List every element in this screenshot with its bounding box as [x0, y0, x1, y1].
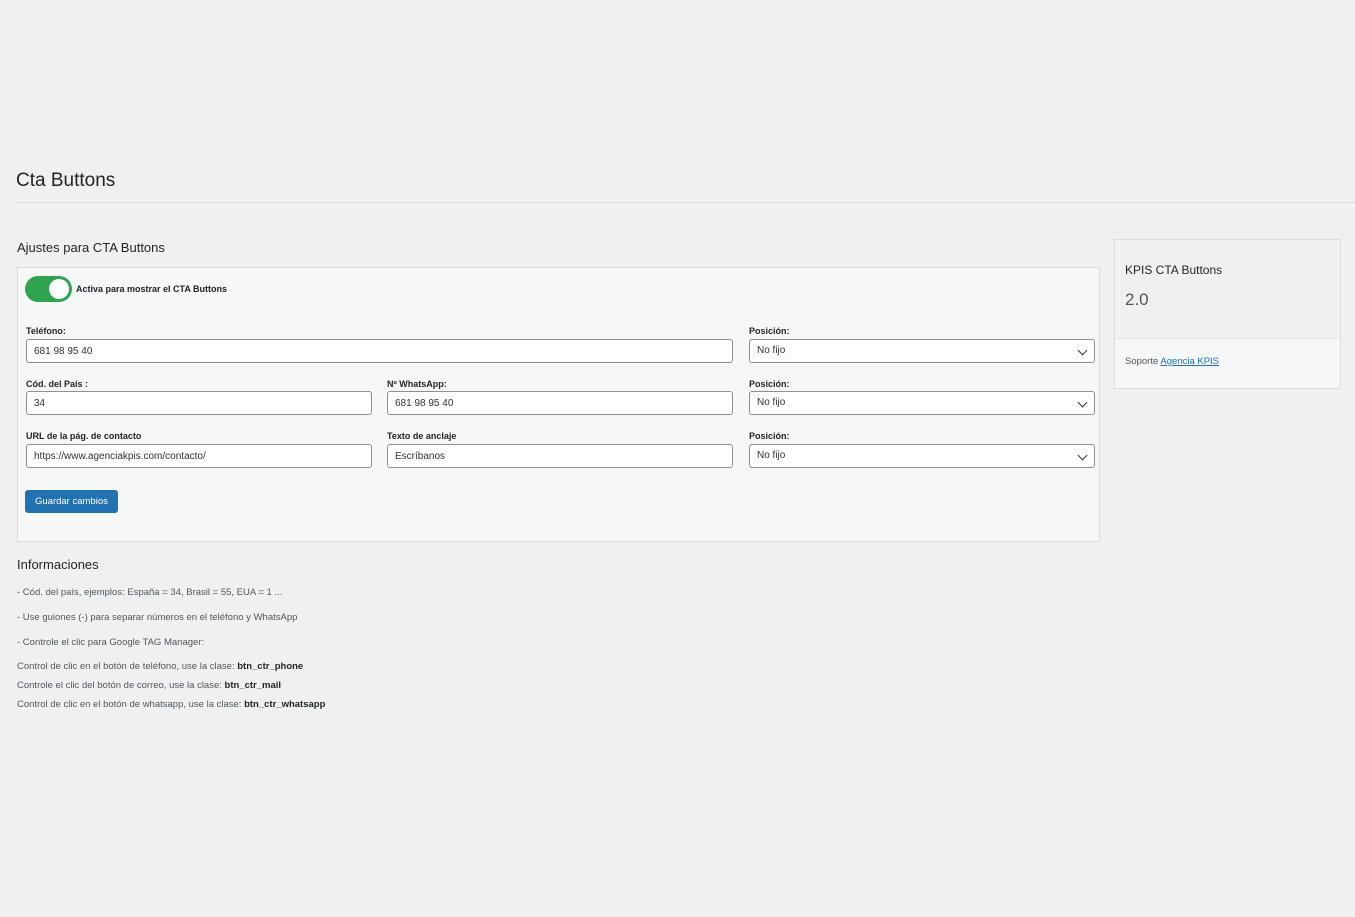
phone-label: Teléfono:	[26, 326, 66, 336]
support-text: Soporte	[1125, 356, 1161, 367]
info-line-phone-class: Control de clic en el botón de teléfono,…	[17, 661, 303, 672]
support-line: Soporte Agencia KPIS	[1125, 356, 1219, 367]
info-section-title: Informaciones	[17, 557, 99, 572]
chevron-down-icon	[1077, 345, 1088, 356]
phone-position-value: No fijo	[757, 345, 786, 356]
chevron-down-icon	[1077, 397, 1088, 408]
whatsapp-input[interactable]	[387, 391, 733, 415]
whatsapp-class-name: btn_ctr_whatsapp	[244, 699, 326, 710]
save-button[interactable]: Guardar cambios	[25, 490, 118, 513]
plugin-name: KPIS CTA Buttons	[1125, 263, 1223, 277]
info-line-gtm: - Controle el clic para Google TAG Manag…	[17, 637, 205, 648]
info-line-country-codes: - Cód. del país, ejemplos: España = 34, …	[17, 587, 283, 598]
contact-url-input[interactable]	[26, 444, 372, 468]
plugin-version: 2.0	[1125, 290, 1149, 309]
cta-toggle-label: Activa para mostrar el CTA Buttons	[76, 284, 228, 294]
info-line-whatsapp-class: Control de clic en el botón de whatsapp,…	[17, 699, 325, 710]
title-divider	[16, 202, 1355, 203]
info-text: Control de clic en el botón de teléfono,…	[17, 661, 238, 672]
contact-url-label: URL de la pág. de contacto	[26, 431, 142, 441]
phone-position-label: Posición:	[749, 326, 790, 336]
anchor-text-label: Texto de anclaje	[387, 431, 457, 441]
country-code-input[interactable]	[26, 391, 372, 415]
page-title: Cta Buttons	[16, 170, 116, 191]
mail-class-name: btn_ctr_mail	[224, 680, 282, 691]
whatsapp-position-select[interactable]: No fijo	[749, 391, 1095, 415]
whatsapp-position-value: No fijo	[757, 397, 786, 408]
info-line-dashes: - Use guiones (-) para separar números e…	[17, 612, 298, 623]
whatsapp-label: Nº WhatsApp:	[387, 379, 447, 389]
support-link[interactable]: Agencia KPIS	[1160, 356, 1219, 367]
contact-position-value: No fijo	[757, 450, 786, 461]
chevron-down-icon	[1077, 450, 1088, 461]
whatsapp-position-label: Posición:	[749, 379, 790, 389]
contact-position-select[interactable]: No fijo	[749, 444, 1095, 468]
info-line-mail-class: Controle el clic del botón de correo, us…	[17, 680, 281, 691]
settings-panel: Activa para mostrar el CTA Buttons Teléf…	[17, 267, 1100, 542]
contact-position-label: Posición:	[749, 431, 790, 441]
cta-toggle-switch[interactable]	[25, 276, 72, 302]
settings-section-title: Ajustes para CTA Buttons	[17, 240, 165, 255]
toggle-knob	[49, 279, 69, 299]
plugin-info-box: KPIS CTA Buttons 2.0 Soporte Agencia KPI…	[1114, 239, 1341, 389]
country-code-label: Cód. del País :	[26, 379, 89, 389]
info-text: Control de clic en el botón de whatsapp,…	[17, 699, 245, 710]
plugin-info-footer: Soporte Agencia KPIS	[1115, 338, 1340, 388]
info-text: Controle el clic del botón de correo, us…	[17, 680, 225, 691]
anchor-text-input[interactable]	[387, 444, 733, 468]
phone-input[interactable]	[26, 339, 733, 363]
phone-class-name: btn_ctr_phone	[237, 661, 304, 672]
phone-position-select[interactable]: No fijo	[749, 339, 1095, 363]
